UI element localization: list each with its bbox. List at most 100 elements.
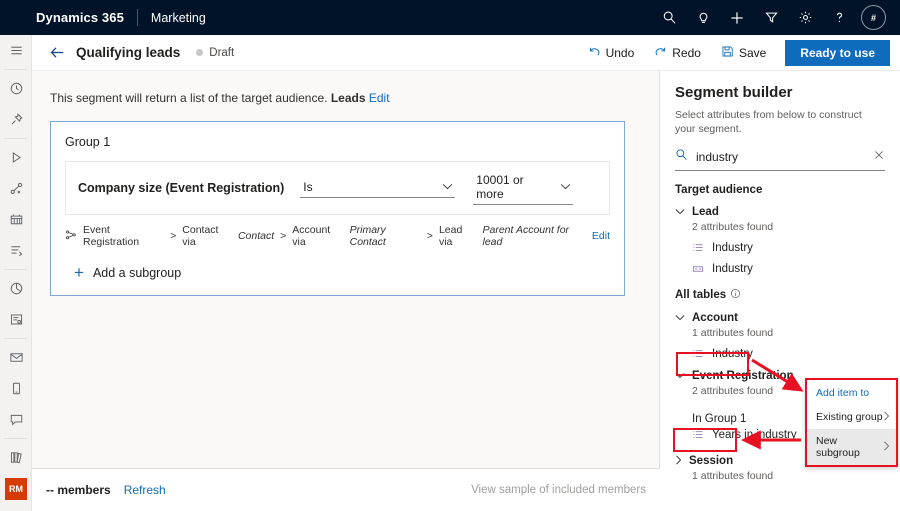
calendar-grid-icon[interactable] <box>0 204 32 235</box>
chevron-down-icon <box>560 182 571 192</box>
play-trigger-icon[interactable] <box>0 142 32 173</box>
app-root: Dynamics 365 Marketing <box>0 0 900 511</box>
form-icon[interactable] <box>0 304 32 335</box>
intro-edit-link[interactable]: Edit <box>369 91 390 105</box>
condition-value: 10001 or more <box>476 173 554 201</box>
redo-button[interactable]: Redo <box>645 40 710 66</box>
search-icon <box>675 148 688 166</box>
chevron-right-icon <box>883 411 890 423</box>
context-menu-item-label: New subgroup <box>816 435 883 459</box>
flow-icon[interactable] <box>0 235 32 266</box>
intro-text: This segment will return a list of the t… <box>50 91 327 105</box>
attribute-label: Industry <box>712 263 753 275</box>
search-icon[interactable] <box>652 0 686 35</box>
chevron-down-icon <box>675 207 685 217</box>
plus-icon[interactable] <box>720 0 754 35</box>
path-seg-2: Contact via <box>182 224 232 248</box>
attribute-label: Years in industry <box>712 429 797 441</box>
app-name-label: Marketing <box>151 11 206 25</box>
text-field-icon <box>692 263 704 275</box>
lightbulb-icon[interactable] <box>686 0 720 35</box>
chat-bubble-icon[interactable] <box>0 404 32 435</box>
condition-operator-value: Is <box>303 180 312 194</box>
context-menu-item-label: Existing group <box>816 411 883 423</box>
path-sep-2: > <box>280 230 286 242</box>
email-icon[interactable] <box>0 342 32 373</box>
attribute-item-account-industry[interactable]: Industry <box>692 348 885 360</box>
ready-to-use-button[interactable]: Ready to use <box>785 40 890 66</box>
rail-user-avatar[interactable]: RM <box>5 478 27 500</box>
clear-search-icon[interactable] <box>873 148 885 166</box>
condition-operator-select[interactable]: Is <box>300 178 455 198</box>
context-menu-item-existing-group[interactable]: Existing group <box>807 405 896 429</box>
attribute-item-lead-industry-text[interactable]: Industry <box>692 263 885 275</box>
bottom-bar: -- members Refresh View sample of includ… <box>32 468 660 511</box>
context-menu-item-new-subgroup[interactable]: New subgroup <box>807 429 896 465</box>
plus-icon: + <box>74 264 84 281</box>
add-subgroup-button[interactable]: + Add a subgroup <box>74 264 610 281</box>
info-icon[interactable] <box>730 288 741 302</box>
segment-canvas: This segment will return a list of the t… <box>32 71 660 468</box>
view-sample-link[interactable]: View sample of included members <box>471 484 646 496</box>
relationship-path-icon <box>65 229 77 244</box>
question-icon[interactable] <box>822 0 856 35</box>
recent-clock-icon[interactable] <box>0 73 32 104</box>
filter-icon[interactable] <box>754 0 788 35</box>
attribute-item-lead-industry-optionset[interactable]: Industry <box>692 242 885 254</box>
table-row-lead[interactable]: Lead <box>675 206 885 218</box>
segments-icon[interactable] <box>0 504 32 511</box>
top-navbar: Dynamics 365 Marketing <box>0 0 900 35</box>
path-seg-4: Lead via <box>439 224 477 248</box>
members-count: -- members <box>46 483 111 497</box>
command-bar: Qualifying leads Draft Undo Redo <box>32 35 900 71</box>
group-card: Group 1 Company size (Event Registration… <box>50 121 625 296</box>
back-arrow-icon[interactable] <box>46 42 68 64</box>
undo-icon <box>588 45 601 61</box>
undo-button[interactable]: Undo <box>579 40 644 66</box>
left-rail: RM <box>0 35 32 511</box>
rail-divider <box>4 338 27 339</box>
page-title: Qualifying leads <box>76 45 180 60</box>
path-sep-3: > <box>427 230 433 242</box>
path-rel-1: Contact <box>238 230 274 242</box>
condition-attribute-label: Company size (Event Registration) <box>78 181 284 195</box>
gear-icon[interactable] <box>788 0 822 35</box>
hamburger-menu-icon[interactable] <box>0 35 32 66</box>
rail-divider <box>4 138 27 139</box>
user-avatar[interactable]: # <box>861 5 886 30</box>
optionset-list-icon <box>692 348 704 360</box>
chevron-right-icon <box>675 455 682 467</box>
undo-label: Undo <box>606 46 635 60</box>
optionset-list-icon <box>692 429 704 441</box>
table-name-label: Event Registration <box>692 370 794 382</box>
table-row-account[interactable]: Account <box>675 312 885 324</box>
attribute-search-box[interactable]: industry <box>675 148 885 171</box>
mobile-icon[interactable] <box>0 373 32 404</box>
path-edit-link[interactable]: Edit <box>592 230 610 242</box>
add-subgroup-label: Add a subgroup <box>93 266 181 280</box>
attribute-count-session: 1 attributes found <box>692 470 885 482</box>
rail-divider <box>4 69 27 70</box>
relationship-path-row: Event Registration > Contact via Contact… <box>65 224 610 248</box>
redo-label: Redo <box>672 46 701 60</box>
condition-value-select[interactable]: 10001 or more <box>473 171 573 205</box>
context-menu-header[interactable]: Add item to <box>807 380 896 405</box>
journey-icon[interactable] <box>0 173 32 204</box>
search-input[interactable]: industry <box>696 150 873 164</box>
panel-subtitle: Select attributes from below to construc… <box>675 108 885 136</box>
analytics-pie-icon[interactable] <box>0 273 32 304</box>
redo-icon <box>654 45 667 61</box>
table-name-label: Account <box>692 312 738 324</box>
attribute-count-lead: 2 attributes found <box>692 221 885 233</box>
save-floppy-icon <box>721 45 734 61</box>
library-icon[interactable] <box>0 442 32 473</box>
save-button[interactable]: Save <box>712 40 775 66</box>
path-seg-1: Event Registration <box>83 224 164 248</box>
refresh-link[interactable]: Refresh <box>124 483 166 497</box>
target-audience-header: Target audience <box>675 184 885 196</box>
pin-icon[interactable] <box>0 104 32 135</box>
path-sep-1: > <box>170 230 176 242</box>
table-name-label: Session <box>689 455 733 467</box>
table-name-label: Lead <box>692 206 719 218</box>
optionset-list-icon <box>692 242 704 254</box>
